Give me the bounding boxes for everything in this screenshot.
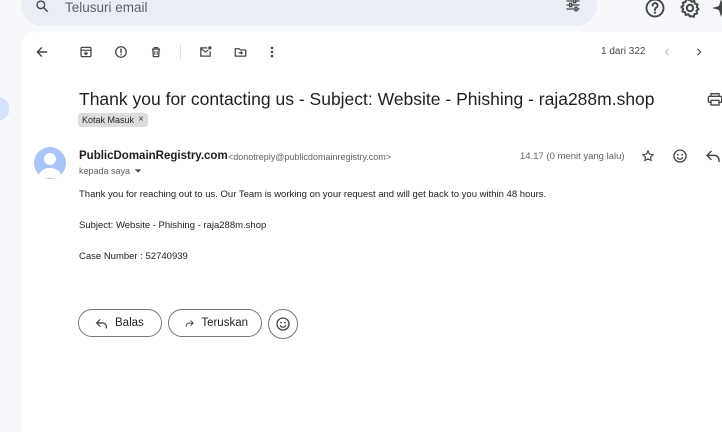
reply-button[interactable]: Balas (78, 309, 162, 337)
label-chip-text: Kotak Masuk (82, 115, 135, 125)
mark-unread-button[interactable] (193, 40, 217, 64)
report-spam-button[interactable] (109, 40, 133, 64)
smiley-icon (276, 317, 290, 331)
inbox-label-chip: Kotak Masuk × (78, 113, 148, 127)
caret-down-icon (134, 169, 142, 173)
sender-email: <donotreply@publicdomainregistry.com> (228, 152, 392, 162)
star-icon[interactable] (641, 149, 655, 163)
gemini-spark-icon[interactable] (709, 0, 722, 20)
back-button[interactable] (30, 40, 54, 64)
body-paragraph: Thank you for reaching out to us. Our Te… (79, 189, 547, 200)
search-icon[interactable] (35, 0, 49, 13)
chevron-left-icon (664, 48, 669, 56)
reply-icon (95, 318, 108, 328)
pagination-text: 1 dari 322 (601, 46, 646, 57)
remove-label-icon[interactable]: × (138, 113, 144, 127)
forward-button[interactable]: Teruskan (168, 309, 262, 337)
recipient-details[interactable]: kepada saya (79, 166, 142, 176)
move-to-button[interactable] (228, 40, 252, 64)
folder-move-icon (234, 48, 246, 57)
add-reaction-icon[interactable] (672, 148, 688, 164)
body-paragraph: Subject: Website - Phishing - raja288m.s… (79, 220, 267, 231)
recipient-text: kepada saya (79, 166, 131, 176)
search-bar[interactable]: Telusuri email (21, 0, 597, 26)
forward-icon (185, 319, 194, 327)
avatar[interactable] (34, 147, 66, 179)
more-options-button[interactable] (260, 40, 284, 64)
reply-button-label: Balas (115, 317, 144, 329)
delete-button[interactable] (144, 40, 168, 64)
forward-button-label: Teruskan (201, 317, 248, 329)
trash-icon (151, 46, 161, 58)
report-spam-icon (115, 46, 127, 58)
default-avatar-icon (38, 153, 62, 178)
older-button[interactable] (687, 40, 711, 64)
archive-button[interactable] (74, 40, 98, 64)
search-options-icon[interactable] (565, 0, 581, 13)
message-time: 14.17 (0 menit yang lalu) (520, 151, 625, 162)
help-icon[interactable] (643, 0, 667, 20)
search-input[interactable]: Telusuri email (65, 0, 148, 15)
sender-name[interactable]: PublicDomainRegistry.com (79, 150, 228, 162)
chevron-right-icon (697, 48, 702, 56)
nav-rail-selected-indicator[interactable] (0, 97, 9, 121)
settings-gear-icon[interactable] (678, 0, 702, 20)
reply-icon[interactable] (705, 149, 721, 163)
emoji-reaction-button[interactable] (268, 309, 298, 339)
print-icon[interactable] (707, 92, 722, 106)
body-paragraph: Case Number : 52740939 (79, 251, 188, 262)
archive-icon (80, 46, 92, 58)
email-subject: Thank you for contacting us - Subject: W… (79, 89, 655, 109)
arrow-back-icon (36, 47, 48, 57)
mark-unread-icon (199, 46, 212, 57)
more-vertical-icon (270, 46, 274, 58)
toolbar-divider (180, 44, 181, 60)
newer-button[interactable] (655, 40, 679, 64)
